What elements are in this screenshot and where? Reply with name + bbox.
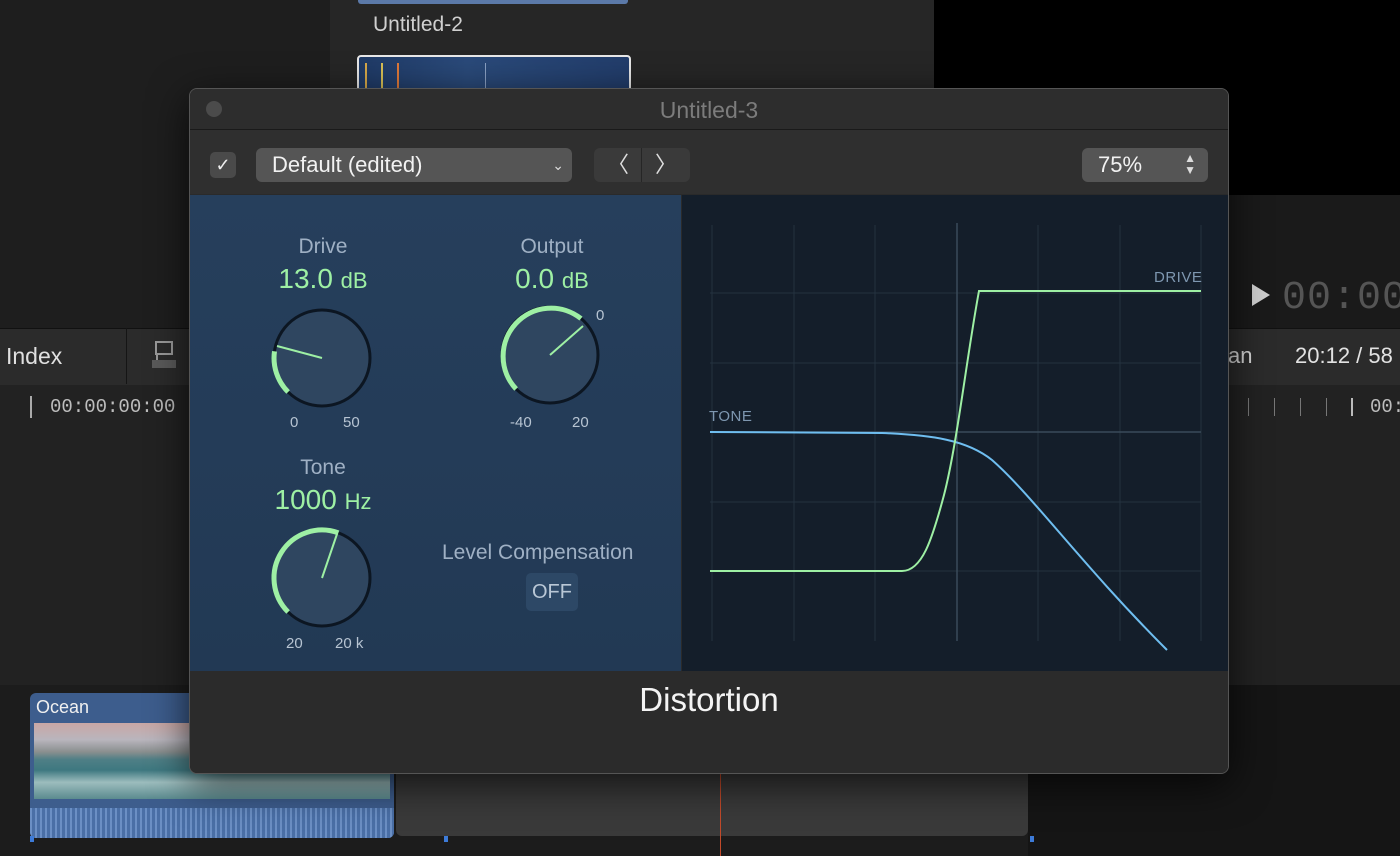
clip-audio-waveform [30, 808, 394, 838]
tone-value[interactable]: 1000 Hz [223, 484, 423, 516]
zoom-select[interactable]: 75% ▲ ▼ [1082, 148, 1208, 182]
preset-dropdown[interactable]: Default (edited) ⌄ [256, 148, 572, 182]
flag-icon[interactable] [152, 340, 176, 368]
output-center-mark: 0 [596, 307, 605, 324]
clip-edge-marker [1030, 836, 1034, 842]
tone-min: 20 [286, 635, 303, 652]
ruler-tick [1351, 398, 1353, 416]
clip-name: Ocean [36, 697, 90, 717]
output-value[interactable]: 0.0 dB [452, 263, 652, 295]
output-title: Output [520, 235, 584, 258]
drive-curve-label: DRIVE [1154, 269, 1203, 286]
drive-value[interactable]: 13.0 dB [223, 263, 423, 295]
preset-label: Default (edited) [272, 152, 423, 177]
drive-curve [710, 290, 1201, 572]
window-title: Untitled-3 [659, 97, 759, 123]
drive-value-number: 13.0 [278, 263, 333, 294]
stepper-icon: ▲ ▼ [1184, 152, 1196, 176]
ruler-tick [30, 396, 32, 418]
tone-curve-label: TONE [709, 408, 753, 425]
output-min: -40 [510, 414, 532, 431]
output-unit: dB [561, 268, 589, 293]
ruler-start-timecode: 00:00:00:00 [50, 396, 176, 418]
browser-clip-thumbnail-1[interactable] [358, 0, 628, 4]
ruler-tick [1326, 398, 1327, 416]
tone-max: 20 k [335, 635, 364, 652]
playhead[interactable] [720, 772, 721, 856]
stepper-down-icon: ▼ [1184, 163, 1196, 177]
clip-edge-marker [30, 836, 34, 842]
drive-max: 50 [343, 414, 360, 431]
tone-curve [709, 431, 1168, 651]
previous-preset-button[interactable]: 〈 [594, 148, 642, 182]
ruler-tick [1248, 398, 1249, 416]
controls-panel: Drive 13.0 dB 0 50 Output 0.0 dB 0 -40 2… [190, 195, 681, 671]
drive-knob[interactable] [262, 298, 382, 418]
ruler-tick [1274, 398, 1275, 416]
tone-unit: Hz [344, 489, 372, 514]
output-max: 20 [572, 414, 589, 431]
index-button[interactable]: Index [6, 343, 62, 370]
ruler-right-timecode: 00: [1370, 396, 1400, 418]
plugin-footer: Distortion [190, 671, 1228, 773]
bypass-checkbox[interactable]: ✓ [210, 152, 236, 178]
tone-value-number: 1000 [274, 484, 337, 515]
clip-edge-marker [444, 836, 448, 842]
preset-nav: 〈 〉 [594, 148, 690, 182]
plugin-window: Untitled-3 ✓ Default (edited) ⌄ 〈 〉 75% … [189, 88, 1229, 774]
distortion-graph: DRIVE TONE [682, 195, 1228, 671]
tone-title: Tone [300, 456, 346, 479]
play-icon[interactable] [1252, 284, 1270, 306]
toolbar-divider [126, 328, 127, 384]
ruler-tick [1300, 398, 1301, 416]
level-compensation-toggle[interactable]: OFF [526, 573, 578, 611]
drive-unit: dB [340, 268, 368, 293]
zoom-value: 75% [1098, 152, 1143, 177]
viewer-timecode: 00:00: [1282, 276, 1400, 321]
plugin-header: ✓ Default (edited) ⌄ 〈 〉 75% ▲ ▼ [190, 130, 1228, 194]
graph-svg [709, 223, 1202, 651]
tone-knob[interactable] [262, 518, 382, 638]
drive-min: 0 [290, 414, 299, 431]
chevron-down-icon: ⌄ [552, 157, 564, 173]
level-compensation-title: Level Compensation [442, 541, 634, 564]
browser-clip-label[interactable]: Untitled-2 [373, 13, 463, 37]
next-preset-button[interactable]: 〉 [642, 148, 690, 182]
drive-title: Drive [298, 235, 348, 258]
output-knob[interactable] [490, 295, 610, 415]
plugin-name: Distortion [639, 681, 779, 718]
toolbar-partial-label: an [1228, 343, 1253, 368]
timeline-duration: 20:12 / 58 [1295, 343, 1393, 368]
window-titlebar[interactable]: Untitled-3 [190, 89, 1228, 130]
output-value-number: 0.0 [515, 263, 555, 294]
